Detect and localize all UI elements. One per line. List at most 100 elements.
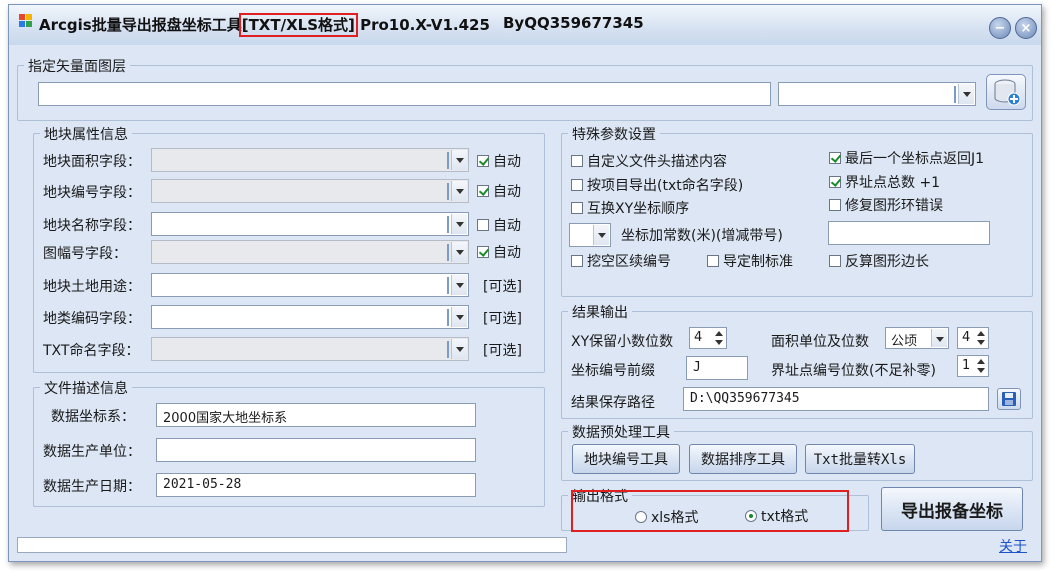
std-make-checkbox[interactable]: 导定制标准 — [707, 251, 793, 271]
code-field-combo[interactable] — [151, 179, 469, 203]
area-decimal-spinner[interactable]: 4 — [957, 327, 989, 349]
checkbox-label: 按项目导出(txt命名字段) — [587, 178, 744, 194]
checkbox-label: 界址点总数 +1 — [845, 175, 941, 191]
checkbox-icon — [571, 155, 583, 167]
sheet-auto-checkbox[interactable]: 自动 — [477, 242, 521, 262]
prefix-input[interactable]: J — [686, 356, 748, 380]
dropdown-bar — [447, 341, 449, 358]
save-button[interactable] — [997, 388, 1021, 410]
chevron-down-icon[interactable] — [451, 150, 467, 170]
checkbox-label: 修复图形环错误 — [845, 198, 943, 214]
sheet-field-combo[interactable] — [151, 240, 469, 264]
save-path-label: 结果保存路径 — [571, 395, 655, 411]
checkbox-icon — [571, 255, 583, 267]
txt-to-xls-button[interactable]: Txt批量转Xls — [805, 444, 915, 474]
checkbox-label: 自动 — [493, 184, 521, 200]
parcel-number-button[interactable]: 地块编号工具 — [572, 444, 680, 474]
xy-decimal-spinner[interactable]: 4 — [689, 327, 727, 349]
zone-dropdown[interactable] — [569, 223, 611, 247]
dropdown-bar — [447, 244, 449, 261]
spinner-arrows-icon[interactable] — [713, 329, 725, 347]
chevron-down-icon[interactable] — [451, 275, 467, 295]
checkbox-label: 自动 — [493, 245, 521, 261]
spinner-arrows-icon[interactable] — [975, 357, 987, 375]
app-logo-icon — [19, 14, 33, 28]
producer-input[interactable] — [156, 438, 476, 462]
area-field-combo[interactable] — [151, 148, 469, 172]
txtname-field-combo[interactable] — [151, 337, 469, 361]
checkbox-icon — [477, 155, 489, 167]
close-button[interactable]: × — [1015, 17, 1037, 39]
landuse-field-combo[interactable] — [151, 273, 469, 297]
chevron-down-icon[interactable] — [451, 181, 467, 201]
checkbox-icon — [829, 199, 841, 211]
chevron-down-icon[interactable] — [931, 329, 947, 347]
window-title: Arcgis批量导出报盘坐标工具[TXT/XLS格式] Pro10.X-V1.4… — [39, 13, 490, 37]
format-highlight-box — [571, 490, 849, 532]
attr-label-code: 地块编号字段： — [43, 185, 141, 201]
layer-group: 指定矢量面图层 — [17, 56, 1033, 121]
checkbox-icon — [477, 185, 489, 197]
landclass-field-combo[interactable] — [151, 305, 469, 329]
checkbox-icon — [829, 152, 841, 164]
const-label: 坐标加常数(米)(增减带号) — [621, 228, 783, 244]
date-label: 数据生产日期： — [43, 479, 141, 495]
chevron-down-icon[interactable] — [593, 225, 609, 245]
reverse-edge-checkbox[interactable]: 反算图形边长 — [829, 251, 929, 271]
pad-spinner[interactable]: 1 — [957, 355, 989, 377]
name-auto-checkbox[interactable]: 自动 — [477, 215, 521, 235]
swap-xy-checkbox[interactable]: 互换XY坐标顺序 — [571, 198, 689, 218]
layer-path-input[interactable] — [38, 82, 771, 106]
prefix-label: 坐标编号前缀 — [571, 363, 655, 379]
coord-system-input[interactable]: 2000国家大地坐标系 — [156, 403, 476, 427]
area-unit-label: 面积单位及位数 — [771, 334, 869, 350]
dropdown-bar — [447, 277, 449, 294]
title-version: Pro10.X-V1.425 — [360, 16, 490, 34]
spinner-value: 4 — [694, 330, 703, 345]
attribute-group-title: 地块属性信息 — [40, 124, 132, 144]
checkbox-label: 自动 — [493, 154, 521, 170]
minimize-button[interactable]: − — [989, 17, 1011, 39]
custom-header-checkbox[interactable]: 自定义文件头描述内容 — [571, 151, 727, 171]
attr-label-landuse: 地块土地用途： — [43, 279, 141, 295]
attr-label-area: 地块面积字段： — [43, 154, 141, 170]
point-total-checkbox[interactable]: 界址点总数 +1 — [829, 172, 940, 192]
dropdown-bar — [447, 309, 449, 326]
hollow-number-checkbox[interactable]: 挖空区续编号 — [571, 251, 671, 271]
coord-system-label: 数据坐标系： — [51, 409, 135, 425]
attr-label-name: 地块名称字段： — [43, 218, 141, 234]
save-path-input[interactable]: D:\QQ359677345 — [683, 387, 989, 411]
layer-dropdown[interactable] — [778, 82, 976, 106]
title-bar: Arcgis批量导出报盘坐标工具[TXT/XLS格式] Pro10.X-V1.4… — [9, 5, 1041, 45]
title-main: Arcgis批量导出报盘坐标工具 — [39, 16, 242, 34]
checkbox-label: 反算图形边长 — [845, 254, 929, 270]
export-button[interactable]: 导出报备坐标 — [881, 487, 1023, 531]
add-database-button[interactable] — [986, 74, 1026, 110]
sort-button[interactable]: 数据排序工具 — [689, 444, 797, 474]
chevron-down-icon[interactable] — [958, 84, 974, 104]
checkbox-label: 自动 — [493, 218, 521, 234]
const-input[interactable] — [828, 221, 990, 245]
xy-decimal-label: XY保留小数位数 — [571, 334, 674, 350]
area-auto-checkbox[interactable]: 自动 — [477, 151, 521, 171]
about-link[interactable]: 关于 — [999, 536, 1027, 556]
area-unit-dropdown[interactable]: 公顷 — [885, 327, 949, 349]
name-field-combo[interactable] — [151, 212, 469, 236]
attr-label-sheet: 图幅号字段： — [43, 246, 127, 262]
last-point-checkbox[interactable]: 最后一个坐标点返回J1 — [829, 148, 984, 168]
spinner-value: 1 — [962, 358, 971, 373]
fix-ring-checkbox[interactable]: 修复图形环错误 — [829, 195, 943, 215]
chevron-down-icon[interactable] — [451, 339, 467, 359]
code-auto-checkbox[interactable]: 自动 — [477, 181, 521, 201]
chevron-down-icon[interactable] — [451, 214, 467, 234]
chevron-down-icon[interactable] — [451, 307, 467, 327]
preprocess-group-title: 数据预处理工具 — [568, 422, 674, 442]
chevron-down-icon[interactable] — [451, 242, 467, 262]
spinner-value: 4 — [962, 330, 971, 345]
checkbox-icon — [829, 255, 841, 267]
checkbox-label: 导定制标准 — [723, 254, 793, 270]
spinner-arrows-icon[interactable] — [975, 329, 987, 347]
by-project-checkbox[interactable]: 按项目导出(txt命名字段) — [571, 175, 743, 195]
date-input[interactable]: 2021-05-28 — [156, 473, 476, 497]
optional-label: [可选] — [483, 279, 522, 295]
